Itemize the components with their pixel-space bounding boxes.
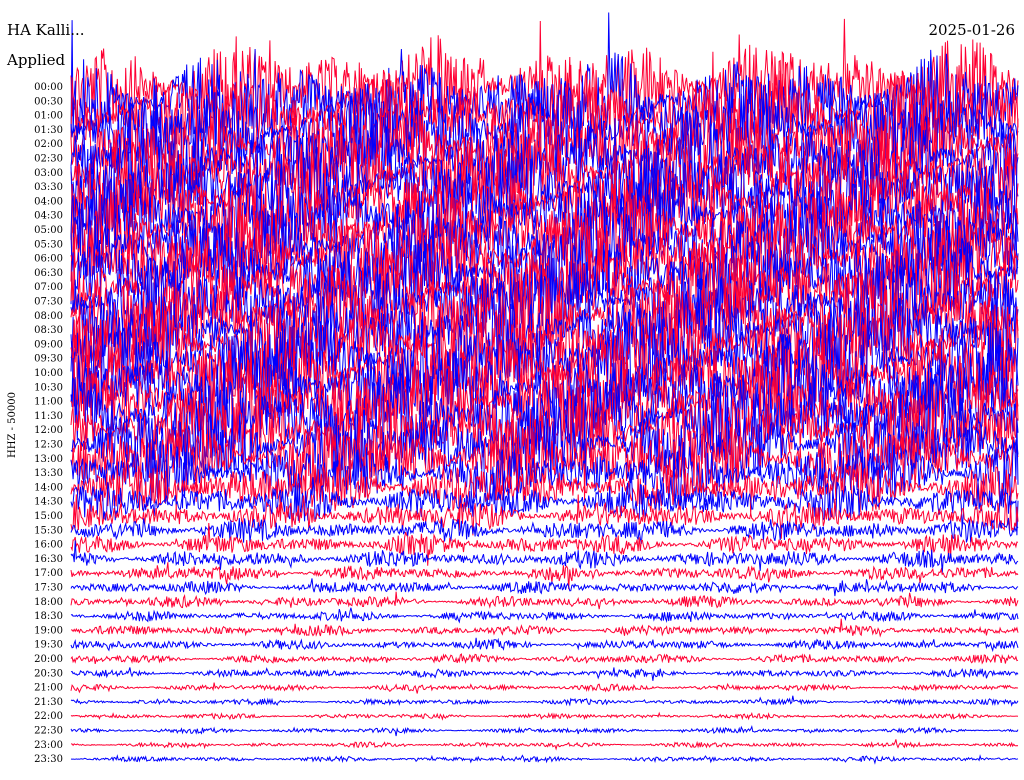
time-tick-label: 21:30: [34, 697, 63, 708]
time-tick-label: 04:00: [34, 196, 63, 207]
time-tick-label: 14:00: [34, 482, 63, 493]
time-tick-label: 10:00: [34, 368, 63, 379]
time-tick-label: 04:30: [34, 211, 63, 222]
time-tick-label: 16:30: [34, 554, 63, 565]
time-tick-label: 19:30: [34, 640, 63, 651]
time-tick-label: 15:00: [34, 511, 63, 522]
time-tick-label: 22:30: [34, 726, 63, 737]
time-tick-label: 07:00: [34, 282, 63, 293]
time-tick-label: 08:00: [34, 311, 63, 322]
time-tick-label: 11:00: [34, 397, 63, 408]
trace-line: [70, 607, 1019, 624]
time-tick-label: 00:00: [34, 82, 63, 93]
date-label: 2025-01-26: [928, 21, 1015, 39]
time-tick-label: 18:30: [34, 611, 63, 622]
time-tick-label: 05:00: [34, 225, 63, 236]
trace-line: [70, 562, 1019, 590]
time-tick-label: 15:30: [34, 525, 63, 536]
time-tick-label: 06:30: [34, 268, 63, 279]
time-tick-label: 00:30: [34, 96, 63, 107]
time-tick-label: 01:00: [34, 111, 63, 122]
helicorder-plot: 00:00 00:30 01:00 01:30 02:00 02:30 03:00 03:30…: [7, 12, 1019, 765]
time-axis: 00:00 00:30 01:00 01:30 02:00 02:30 03:00 03:30…: [34, 82, 63, 765]
time-tick-label: 13:30: [34, 468, 63, 479]
time-tick-label: 13:00: [34, 454, 63, 465]
time-tick-label: 07:30: [34, 297, 63, 308]
trace-line: [70, 711, 1019, 721]
time-tick-label: 12:00: [34, 425, 63, 436]
trace-line: [70, 725, 1019, 737]
trace-line: [70, 739, 1019, 751]
time-tick-label: 09:30: [34, 354, 63, 365]
time-tick-label: 20:00: [34, 654, 63, 665]
trace-line: [70, 695, 1019, 707]
time-tick-label: 18:00: [34, 597, 63, 608]
time-tick-label: 17:00: [34, 568, 63, 579]
trace-line: [70, 653, 1019, 665]
time-tick-label: 03:30: [34, 182, 63, 193]
time-tick-label: 06:00: [34, 254, 63, 265]
time-tick-label: 21:00: [34, 683, 63, 694]
time-tick-label: 08:30: [34, 325, 63, 336]
time-tick-label: 01:30: [34, 125, 63, 136]
time-tick-label: 23:30: [34, 754, 63, 765]
time-tick-label: 17:30: [34, 583, 63, 594]
time-tick-label: 19:00: [34, 625, 63, 636]
trace-line: [70, 494, 1019, 539]
trace-line: [70, 667, 1019, 681]
trace-line: [70, 682, 1019, 694]
time-tick-label: 11:30: [34, 411, 63, 422]
time-tick-label: 03:00: [34, 168, 63, 179]
time-tick-label: 23:00: [34, 740, 63, 751]
trace-line: [70, 637, 1019, 653]
station-title: HA Kalli...: [7, 21, 85, 39]
trace-line: [70, 754, 1019, 765]
time-tick-label: 09:00: [34, 339, 63, 350]
time-tick-label: 05:30: [34, 239, 63, 250]
time-tick-label: 16:00: [34, 540, 63, 551]
trace-line: [70, 618, 1019, 638]
time-tick-label: 10:30: [34, 382, 63, 393]
time-tick-label: 14:30: [34, 497, 63, 508]
time-tick-label: 12:30: [34, 440, 63, 451]
time-tick-label: 02:30: [34, 154, 63, 165]
time-tick-label: 22:00: [34, 711, 63, 722]
trace-line: [70, 591, 1019, 610]
trace-line: [70, 578, 1019, 597]
time-tick-label: 02:00: [34, 139, 63, 150]
filter-label: Applied: [7, 51, 66, 69]
y-axis-label: HHZ - 50000: [7, 392, 18, 458]
time-tick-label: 20:30: [34, 668, 63, 679]
trace-group: [70, 12, 1019, 765]
